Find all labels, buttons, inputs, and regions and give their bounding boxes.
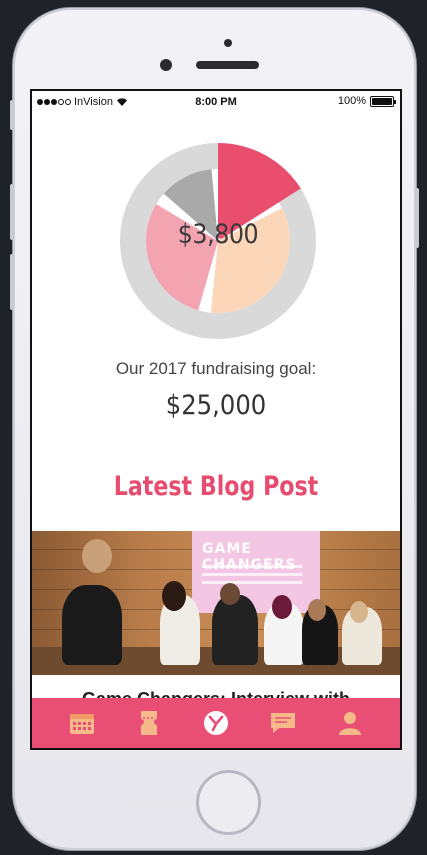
- app-screen: InVision 8:00 PM 100% $3,800 Our 2017 fu…: [30, 89, 402, 750]
- tab-tickets[interactable]: [132, 706, 166, 740]
- ticket-icon: [140, 711, 157, 735]
- profile-icon: [339, 712, 362, 735]
- status-bar: InVision 8:00 PM 100%: [32, 91, 400, 113]
- bottom-tab-bar: [32, 698, 400, 748]
- tab-home[interactable]: [199, 706, 233, 740]
- tab-messages[interactable]: [266, 706, 300, 740]
- projector-screen: GAME CHANGERS: [192, 531, 320, 613]
- proximity-sensor: [224, 39, 232, 47]
- mute-switch: [10, 100, 14, 130]
- latest-blog-heading: Latest Blog Post: [113, 471, 319, 502]
- blog-post-title[interactable]: Game Changers: Interview with: [32, 675, 400, 699]
- battery-icon: [370, 95, 396, 107]
- tab-calendar[interactable]: [65, 706, 99, 740]
- front-camera: [160, 59, 172, 71]
- home-logo-icon: [203, 711, 228, 735]
- home-button[interactable]: [196, 770, 261, 835]
- calendar-icon: [69, 714, 94, 734]
- battery-percent: 100%: [337, 95, 366, 107]
- tab-profile[interactable]: [333, 706, 367, 740]
- panelist-figure: [212, 595, 258, 665]
- chat-icon: [271, 713, 296, 733]
- raised-amount: $3,800: [177, 219, 259, 250]
- goal-amount: $25,000: [165, 390, 267, 421]
- panelist-figure: [62, 585, 122, 665]
- battery-info: 100%: [337, 95, 396, 107]
- goal-label: Our 2017 fundraising goal:: [115, 359, 317, 378]
- blog-post-image[interactable]: GAME CHANGERS: [32, 531, 400, 675]
- power-button: [415, 188, 419, 248]
- earpiece-speaker: [196, 61, 259, 69]
- volume-up-button: [10, 184, 14, 240]
- volume-down-button: [10, 254, 14, 310]
